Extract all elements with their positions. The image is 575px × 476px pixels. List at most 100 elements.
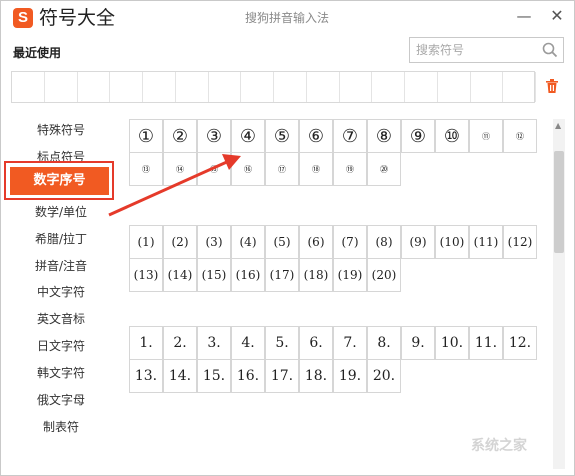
sidebar-item[interactable]: 俄文字母 [11, 387, 111, 414]
recent-symbols-row [11, 71, 536, 103]
symbol-cell[interactable]: ⑲ [333, 152, 367, 186]
recent-symbol-cell[interactable] [438, 72, 471, 102]
symbol-cell[interactable]: (3) [197, 225, 231, 259]
symbol-cell[interactable]: (13) [129, 258, 163, 292]
symbol-cell[interactable]: 10. [435, 326, 469, 360]
title-bar: S 符号大全 搜狗拼音输入法 — ✕ [1, 1, 574, 35]
symbol-cell[interactable]: (7) [333, 225, 367, 259]
symbol-cell[interactable]: 1. [129, 326, 163, 360]
sidebar-item[interactable]: 韩文字符 [11, 360, 111, 387]
sidebar-item[interactable]: 数学/单位 [11, 199, 111, 226]
symbol-cell[interactable]: (20) [367, 258, 401, 292]
symbol-cell[interactable]: ⑧ [367, 119, 401, 153]
symbol-cell[interactable]: 5. [265, 326, 299, 360]
search-icon[interactable] [541, 41, 559, 59]
recent-symbol-cell[interactable] [372, 72, 405, 102]
active-category-highlight [4, 161, 114, 200]
symbol-cell[interactable]: 20. [367, 359, 401, 393]
symbol-cell[interactable]: (14) [163, 258, 197, 292]
symbol-cell[interactable]: 9. [401, 326, 435, 360]
recent-symbol-cell[interactable] [209, 72, 242, 102]
symbol-cell[interactable]: ⑨ [401, 119, 435, 153]
symbol-cell[interactable]: ④ [231, 119, 265, 153]
symbol-cell[interactable]: ⑥ [299, 119, 333, 153]
recent-symbol-cell[interactable] [12, 72, 45, 102]
symbol-cell[interactable]: ⑪ [469, 119, 503, 153]
minimize-button[interactable]: — [513, 5, 535, 27]
sidebar-item[interactable]: 英文音标 [11, 306, 111, 333]
symbol-cell[interactable]: 4. [231, 326, 265, 360]
sidebar-item[interactable]: 拼音/注音 [11, 253, 111, 280]
symbol-cell[interactable]: (6) [299, 225, 333, 259]
search-input[interactable] [416, 42, 536, 58]
symbol-cell[interactable]: (2) [163, 225, 197, 259]
recent-symbol-cell[interactable] [110, 72, 143, 102]
symbol-cell[interactable]: 12. [503, 326, 537, 360]
sidebar-item[interactable]: 制表符 [11, 414, 111, 441]
sidebar-item[interactable]: 日文字符 [11, 333, 111, 360]
symbol-cell[interactable]: ③ [197, 119, 231, 153]
recent-symbol-cell[interactable] [471, 72, 504, 102]
trash-icon[interactable] [544, 78, 560, 94]
symbol-cell[interactable]: ⑳ [367, 152, 401, 186]
symbol-cell[interactable]: (16) [231, 258, 265, 292]
symbol-cell[interactable]: 8. [367, 326, 401, 360]
symbol-cell[interactable]: 3. [197, 326, 231, 360]
recent-symbol-cell[interactable] [274, 72, 307, 102]
symbol-cell[interactable]: 14. [163, 359, 197, 393]
symbol-cell[interactable]: ① [129, 119, 163, 153]
symbol-cell[interactable]: ⑩ [435, 119, 469, 153]
symbol-cell[interactable]: (1) [129, 225, 163, 259]
symbol-cell[interactable]: (4) [231, 225, 265, 259]
symbol-group-circled: ①②③④⑤⑥⑦⑧⑨⑩⑪⑫ ⑬⑭⑮⑯⑰⑱⑲⑳ [129, 119, 537, 186]
symbol-cell[interactable]: (12) [503, 225, 537, 259]
symbol-cell[interactable]: ⑤ [265, 119, 299, 153]
scroll-up-icon[interactable]: ▲ [555, 121, 561, 130]
recent-symbol-cell[interactable] [241, 72, 274, 102]
symbol-cell[interactable]: 17. [265, 359, 299, 393]
recent-label: 最近使用 [13, 46, 62, 60]
symbol-cell[interactable]: (15) [197, 258, 231, 292]
scrollbar-thumb[interactable] [554, 151, 564, 253]
symbol-cell[interactable]: ⑫ [503, 119, 537, 153]
sidebar-item[interactable]: 希腊/拉丁 [11, 226, 111, 253]
symbol-cell[interactable]: (18) [299, 258, 333, 292]
symbol-cell[interactable]: 7. [333, 326, 367, 360]
sidebar-item[interactable]: 特殊符号 [11, 117, 111, 144]
close-button[interactable]: ✕ [546, 5, 568, 27]
symbol-cell[interactable]: ⑯ [231, 152, 265, 186]
symbol-cell[interactable]: ② [163, 119, 197, 153]
symbol-cell[interactable]: 2. [163, 326, 197, 360]
symbol-cell[interactable]: 19. [333, 359, 367, 393]
symbol-cell[interactable]: (11) [469, 225, 503, 259]
symbol-cell[interactable]: (5) [265, 225, 299, 259]
symbol-cell[interactable]: (9) [401, 225, 435, 259]
symbol-cell[interactable]: 16. [231, 359, 265, 393]
recent-symbol-cell[interactable] [405, 72, 438, 102]
symbol-cell[interactable]: ⑮ [197, 152, 231, 186]
symbol-cell[interactable]: 18. [299, 359, 333, 393]
recent-symbol-cell[interactable] [503, 72, 536, 102]
symbol-cell[interactable]: ⑭ [163, 152, 197, 186]
symbol-cell[interactable]: (17) [265, 258, 299, 292]
symbol-cell[interactable]: 15. [197, 359, 231, 393]
recent-symbol-cell[interactable] [143, 72, 176, 102]
symbol-cell[interactable]: 13. [129, 359, 163, 393]
search-box[interactable] [409, 37, 564, 63]
symbol-cell[interactable]: ⑦ [333, 119, 367, 153]
recent-symbol-cell[interactable] [176, 72, 209, 102]
symbol-cell[interactable]: 6. [299, 326, 333, 360]
recent-symbol-cell[interactable] [45, 72, 78, 102]
symbol-cell[interactable]: (10) [435, 225, 469, 259]
symbol-cell[interactable]: ⑱ [299, 152, 333, 186]
recent-symbol-cell[interactable] [78, 72, 111, 102]
symbol-cell[interactable]: ⑰ [265, 152, 299, 186]
sidebar-item[interactable]: 中文字符 [11, 279, 111, 306]
recent-symbol-cell[interactable] [307, 72, 340, 102]
symbol-cell[interactable]: 11. [469, 326, 503, 360]
recent-symbol-cell[interactable] [340, 72, 373, 102]
symbol-cell[interactable]: (8) [367, 225, 401, 259]
symbol-window: S 符号大全 搜狗拼音输入法 — ✕ 最近使用 特殊符号标点符号数字序号数学/单… [0, 0, 575, 476]
symbol-cell[interactable]: (19) [333, 258, 367, 292]
symbol-cell[interactable]: ⑬ [129, 152, 163, 186]
